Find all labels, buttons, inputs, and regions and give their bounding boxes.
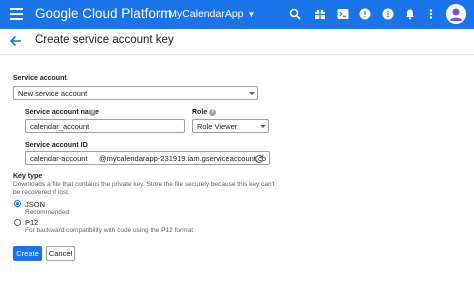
account-avatar[interactable] <box>446 4 466 24</box>
p12-radio[interactable] <box>14 219 21 226</box>
p12-description: For backward compatibility with code usi… <box>25 227 193 234</box>
role-label: Role <box>192 109 208 116</box>
page-title: Create service account key <box>35 34 174 46</box>
role-value: Role Viewer <box>197 121 238 131</box>
gift-icon[interactable] <box>313 7 327 21</box>
help-icon[interactable]: ? <box>209 109 216 116</box>
json-label: JSON <box>25 200 46 209</box>
help-icon[interactable]: ! <box>358 7 372 21</box>
service-account-label: Service account <box>13 75 67 82</box>
service-account-value: New service account <box>18 88 88 98</box>
service-account-select[interactable]: New service account <box>13 86 258 100</box>
back-arrow-icon[interactable] <box>9 34 23 48</box>
search-icon[interactable] <box>288 7 302 21</box>
brand-title[interactable]: Google Cloud Platform <box>35 6 172 21</box>
notifications-icon[interactable] <box>403 7 417 21</box>
help-icon[interactable]: ? <box>89 109 96 116</box>
service-account-id-suffix: @mycalendarapp-231919.iam.gserviceaccoun… <box>99 154 266 163</box>
cloud-shell-icon[interactable] <box>336 7 350 21</box>
role-select[interactable]: Role Viewer <box>192 119 269 133</box>
top-app-bar: Google Cloud Platform ⁘ MyCalendarApp ▼ … <box>0 0 474 29</box>
json-radio[interactable] <box>14 200 21 207</box>
menu-icon[interactable] <box>10 8 23 20</box>
p12-label: P12 <box>25 218 39 227</box>
project-dots-icon: ⁘ <box>155 8 165 21</box>
project-name: MyCalendarApp <box>168 8 244 20</box>
service-account-id-input[interactable]: calendar-account @mycalendarapp-231919.i… <box>25 151 270 165</box>
chevron-down-icon: ▼ <box>247 9 256 19</box>
chevron-down-icon <box>249 92 255 95</box>
chevron-down-icon <box>260 125 266 128</box>
key-type-description-line1: Downloads a file that contains the priva… <box>13 181 275 188</box>
svg-text:!: ! <box>364 10 367 19</box>
cancel-button[interactable]: Cancel <box>46 246 75 261</box>
service-account-id-value: calendar-account <box>30 153 88 163</box>
key-type-label: Key type <box>13 173 43 180</box>
service-account-name-input[interactable]: calendar_account <box>25 119 185 133</box>
service-account-name-value: calendar_account <box>30 121 90 131</box>
project-selector[interactable]: ⁘ MyCalendarApp ▼ <box>155 6 255 22</box>
service-account-name-label: Service account name <box>25 109 99 116</box>
page-header: Create service account key <box>0 29 474 55</box>
service-account-id-label: Service account ID <box>25 142 88 149</box>
json-description: Recommended <box>25 209 70 216</box>
create-button[interactable]: Create <box>13 246 42 261</box>
more-vert-icon[interactable] <box>381 7 395 21</box>
more-options-icon[interactable] <box>424 7 438 21</box>
refresh-icon[interactable] <box>254 154 264 164</box>
key-type-description-line2: be recovered if lost. <box>13 189 70 196</box>
